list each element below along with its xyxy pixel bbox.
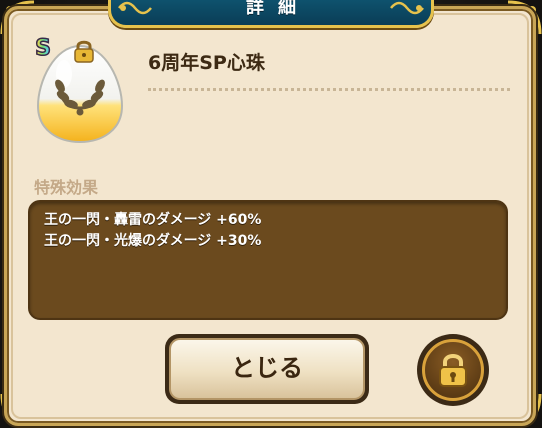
divider xyxy=(148,88,510,91)
close-button-label: とじる xyxy=(169,338,365,400)
title-plate: 詳細 xyxy=(108,0,434,28)
lock-toggle-button[interactable] xyxy=(417,334,489,406)
flourish-icon xyxy=(390,1,424,15)
padlock-icon xyxy=(439,354,467,387)
effects-box: 王の一閃・轟雷のダメージ +60% 王の一閃・光爆のダメージ +30% xyxy=(28,200,508,320)
lock-icon xyxy=(74,40,94,63)
rank-badge: S xyxy=(30,35,56,62)
lock-button-face xyxy=(422,339,484,401)
close-button[interactable]: とじる xyxy=(165,334,369,404)
item-name: 6周年SP心珠 xyxy=(148,52,265,74)
special-effects-label: 特殊効果 xyxy=(34,178,99,197)
dialog-title: 詳細 xyxy=(246,0,310,18)
effect-line: 王の一閃・光爆のダメージ +30% xyxy=(44,233,262,249)
effect-line: 王の一閃・轟雷のダメージ +60% xyxy=(44,212,262,228)
